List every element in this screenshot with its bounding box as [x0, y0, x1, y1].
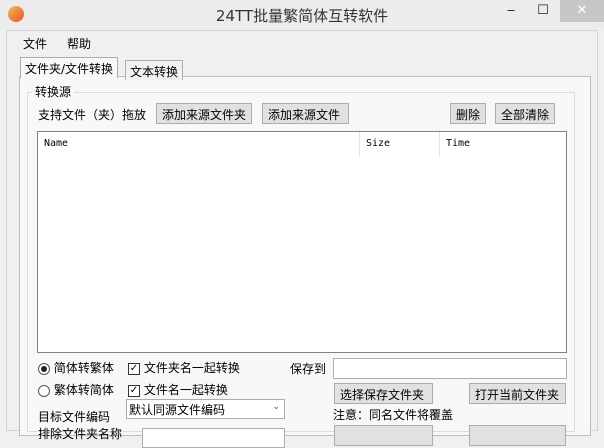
bottom-button-right[interactable]: [469, 425, 566, 446]
radio-s2t[interactable]: 简体转繁体: [38, 359, 114, 376]
save-path-input[interactable]: [333, 358, 567, 379]
drag-hint: 支持文件（夹）拖放: [38, 108, 147, 122]
checkmark-icon: ✓: [128, 362, 140, 375]
encoding-value: 默认同源文件编码: [129, 403, 226, 417]
tab-folder-file[interactable]: 文件夹/文件转换: [20, 57, 119, 78]
column-header-name[interactable]: Name: [38, 132, 360, 156]
column-header-time[interactable]: Time: [440, 132, 566, 156]
source-group-label: 转换源: [32, 83, 75, 100]
tab-text[interactable]: 文本转换: [125, 60, 184, 80]
exclude-label: 排除文件夹名称: [38, 427, 123, 441]
chk-folder-name-label: 文件夹名一起转换: [143, 361, 240, 375]
minimize-button[interactable]: ‒: [496, 0, 526, 22]
choose-folder-button[interactable]: 选择保存文件夹: [334, 383, 433, 404]
radio-t2s-label: 繁体转简体: [53, 383, 114, 397]
maximize-button[interactable]: ☐: [528, 0, 558, 22]
clear-all-button[interactable]: 全部清除: [495, 103, 556, 124]
add-folder-button[interactable]: 添加来源文件夹: [156, 103, 253, 124]
bottom-button-left[interactable]: [334, 425, 433, 446]
overwrite-note: 注意：同名文件将覆盖: [333, 408, 454, 422]
menu-help[interactable]: 帮助: [67, 35, 91, 52]
delete-button[interactable]: 删除: [450, 103, 487, 124]
radio-s2t-label: 简体转繁体: [53, 361, 114, 375]
menu-file[interactable]: 文件: [23, 35, 47, 52]
radio-t2s[interactable]: 繁体转简体: [38, 381, 114, 398]
close-button[interactable]: ✕: [560, 0, 604, 22]
add-file-button[interactable]: 添加来源文件: [262, 103, 349, 124]
radio-icon: [38, 384, 50, 397]
chk-folder-name[interactable]: ✓ 文件夹名一起转换: [128, 359, 240, 376]
open-folder-button[interactable]: 打开当前文件夹: [469, 383, 566, 404]
exclude-input[interactable]: [142, 428, 285, 448]
file-list[interactable]: Name Size Time: [37, 131, 567, 353]
chk-file-name-label: 文件名一起转换: [143, 383, 228, 397]
column-header-size[interactable]: Size: [360, 132, 440, 156]
radio-selected-icon: [38, 362, 50, 375]
encoding-select[interactable]: 默认同源文件编码 ⌄: [126, 399, 285, 419]
chk-file-name[interactable]: ✓ 文件名一起转换: [128, 381, 228, 398]
checkmark-icon: ✓: [128, 384, 140, 397]
save-label: 保存到: [290, 362, 327, 376]
encoding-label: 目标文件编码: [38, 410, 111, 424]
chevron-down-icon: ⌄: [272, 402, 280, 412]
